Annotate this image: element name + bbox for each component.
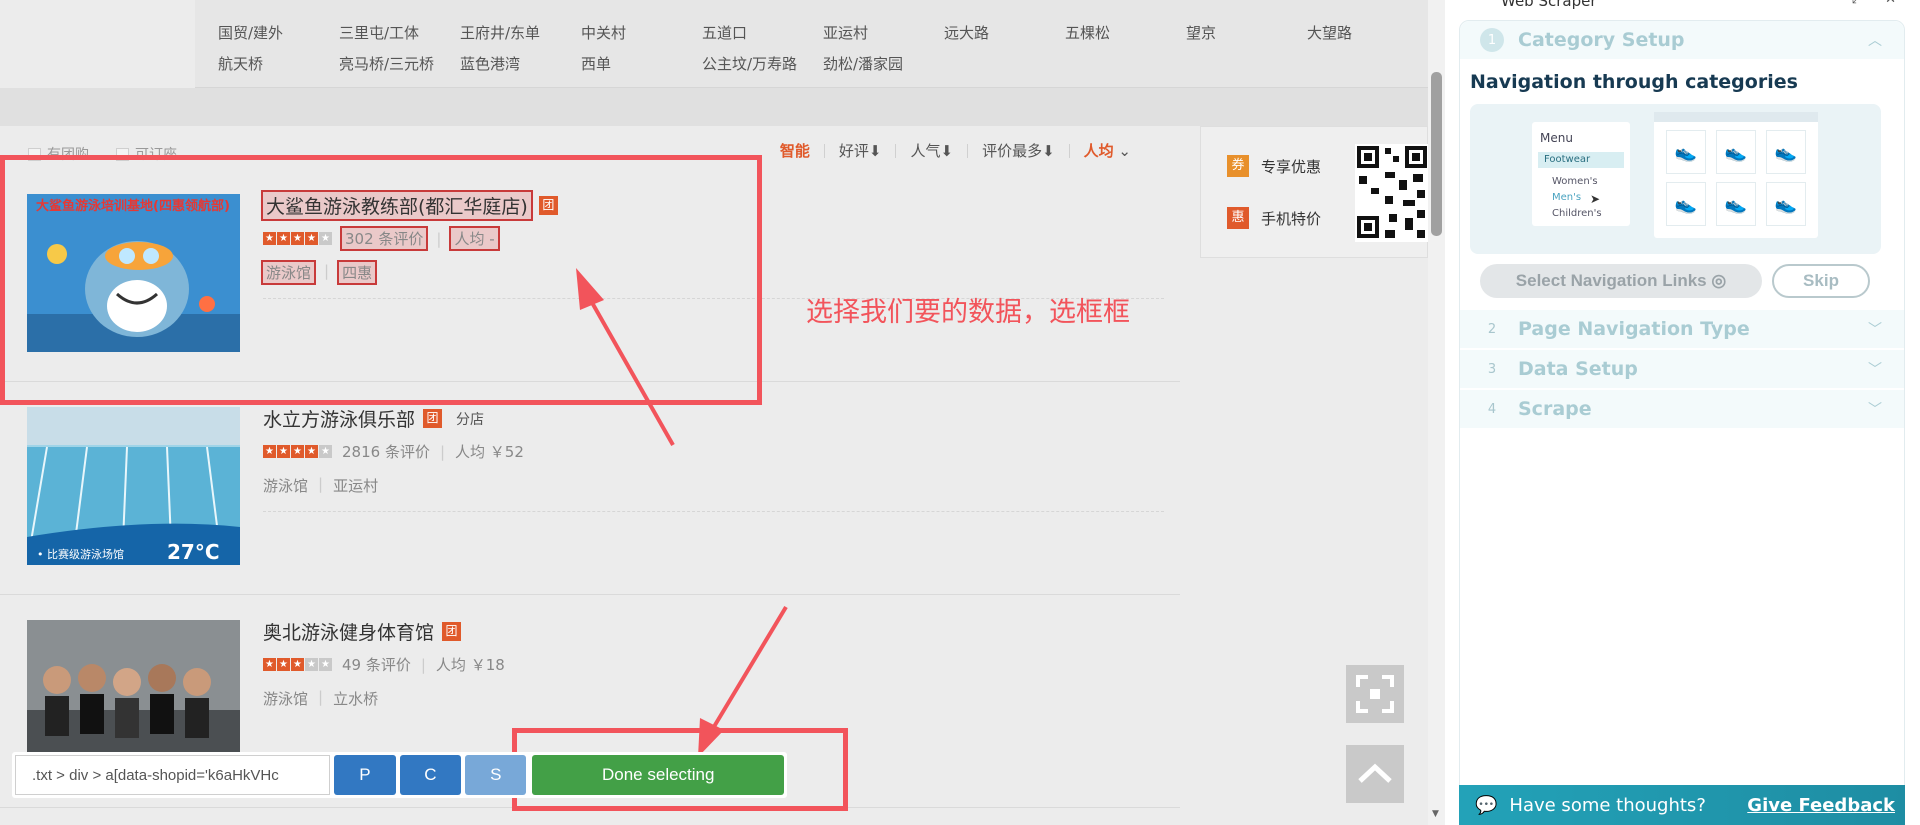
shoe-icon: 👟 xyxy=(1666,130,1706,174)
skip-button[interactable]: Skip xyxy=(1772,264,1870,298)
step-data-setup[interactable]: 3 Data Setup ﹀ xyxy=(1460,350,1904,388)
scroll-down-icon[interactable]: ▼ xyxy=(1432,809,1439,819)
illustration-menu-selected: Footwear xyxy=(1538,152,1624,168)
chevron-down-icon: ﹀ xyxy=(1868,322,1882,338)
webpage-viewport: 国贸/建外 三里屯/工体 王府井/东单 中关村 五道口 亚运村 远大路 五棵松 … xyxy=(0,0,1428,825)
step-title: Scrape xyxy=(1518,398,1592,420)
scrollbar-thumb[interactable] xyxy=(1431,72,1442,236)
shoe-icon: 👟 xyxy=(1766,130,1806,174)
step-title: Page Navigation Type xyxy=(1518,318,1750,340)
annotation-arrows xyxy=(576,268,788,757)
chevron-up-icon: ︿ xyxy=(1868,33,1882,49)
panel-header: Web Scraper ⤢ ✕ xyxy=(1445,0,1920,14)
chevron-down-icon: ﹀ xyxy=(1868,402,1882,418)
chat-icon: 💬 xyxy=(1475,794,1498,816)
expand-icon[interactable]: ⤢ xyxy=(1852,0,1862,7)
feedback-bar: 💬 Have some thoughts? Give Feedback xyxy=(1459,785,1905,825)
select-navigation-links-button[interactable]: Select Navigation Links ◎ xyxy=(1480,264,1762,298)
step-page-navigation-type[interactable]: 2 Page Navigation Type ﹀ xyxy=(1460,310,1904,348)
navigation-actions: Select Navigation Links ◎ Skip xyxy=(1480,264,1870,298)
step-category-setup[interactable]: 1 Category Setup ︿ xyxy=(1460,21,1904,59)
illustration-menu-item: Men's xyxy=(1552,192,1582,203)
annotation-text: 选择我们要的数据，选框框 xyxy=(806,297,1130,328)
close-icon[interactable]: ✕ xyxy=(1885,0,1896,7)
illustration-menu-heading: Menu xyxy=(1540,131,1573,145)
step-number: 4 xyxy=(1487,401,1497,417)
web-scraper-panel: Web Scraper ⤢ ✕ 1 Category Setup ︿ Navig… xyxy=(1445,0,1920,825)
give-feedback-link[interactable]: Give Feedback xyxy=(1747,795,1895,816)
illustration-product-grid: 👟 👟 👟 👟 👟 👟 xyxy=(1654,112,1818,238)
wizard-frame: 1 Category Setup ︿ Navigation through ca… xyxy=(1459,20,1905,825)
step-scrape[interactable]: 4 Scrape ﹀ xyxy=(1460,390,1904,428)
step-number: 3 xyxy=(1487,361,1497,377)
step-number: 1 xyxy=(1480,28,1504,52)
page-scrollbar[interactable]: ▼ xyxy=(1428,0,1445,825)
done-selecting-button[interactable]: Done selecting xyxy=(532,755,785,795)
step-title: Category Setup xyxy=(1518,29,1685,51)
section-heading: Navigation through categories xyxy=(1470,71,1798,93)
cursor-icon: ➤ xyxy=(1590,192,1601,206)
select-parent-button[interactable]: P xyxy=(334,755,396,795)
illustration-menu-item: Women's xyxy=(1552,176,1598,187)
shoe-icon: 👟 xyxy=(1716,130,1756,174)
feedback-text: Have some thoughts? xyxy=(1509,794,1706,816)
chevron-down-icon: ﹀ xyxy=(1868,362,1882,378)
step-number: 2 xyxy=(1487,321,1497,337)
illustration-menu-item: Children's xyxy=(1552,208,1602,219)
panel-title: Web Scraper xyxy=(1501,0,1597,10)
shoe-icon: 👟 xyxy=(1766,182,1806,226)
step-title: Data Setup xyxy=(1518,358,1638,380)
shoe-icon: 👟 xyxy=(1666,182,1706,226)
select-sibling-button[interactable]: S xyxy=(465,755,527,795)
target-icon: ◎ xyxy=(1711,271,1727,290)
shoe-icon: 👟 xyxy=(1716,182,1756,226)
illustration-menu: Menu Footwear Women's Men's Children's ➤ xyxy=(1532,122,1630,226)
navigation-illustration: Menu Footwear Women's Men's Children's ➤… xyxy=(1470,104,1881,254)
selector-toolbar: P C S Done selecting xyxy=(12,752,787,798)
css-selector-input[interactable] xyxy=(15,755,331,795)
select-child-button[interactable]: C xyxy=(399,755,462,795)
